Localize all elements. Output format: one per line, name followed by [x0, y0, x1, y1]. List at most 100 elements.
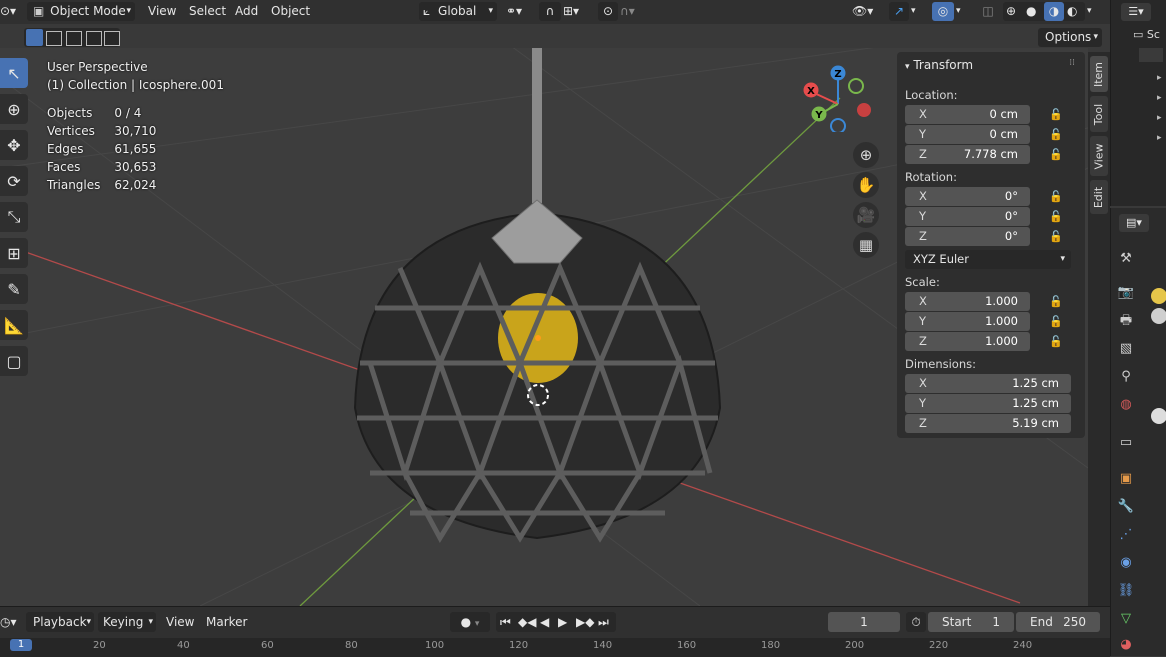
tab-edit[interactable]: Edit	[1090, 180, 1108, 214]
rotation-z-field[interactable]: Z 0°	[905, 227, 1030, 246]
lock-icon[interactable]: 🔓	[1049, 128, 1063, 141]
move-tool[interactable]: ✥	[0, 130, 28, 160]
rotation-mode-select[interactable]: XYZ Euler ▾	[905, 250, 1071, 269]
dimensions-y-field[interactable]: Y 1.25 cm	[905, 394, 1071, 413]
outliner-editor-type[interactable]: ☰▾	[1121, 3, 1151, 21]
location-x-field[interactable]: X 0 cm	[905, 105, 1030, 124]
constraints-icon[interactable]: ⛓	[1117, 582, 1135, 600]
zoom-icon[interactable]: ⊕	[853, 142, 879, 168]
marker-menu[interactable]: Marker	[206, 612, 247, 632]
select-new-icon[interactable]	[26, 29, 43, 46]
menu-object[interactable]: Object	[267, 2, 314, 21]
keying-menu[interactable]: Keying ▾	[98, 612, 156, 632]
play-icon[interactable]: ▶	[558, 612, 567, 632]
xray-toggle[interactable]: ◫	[978, 2, 998, 21]
options-button[interactable]: Options ▾	[1038, 28, 1102, 47]
rendered-shading-icon[interactable]: ◐	[1067, 2, 1077, 21]
select-intersect-icon[interactable]	[104, 31, 120, 46]
jump-keyframe-back-icon[interactable]: ◆◀	[518, 612, 536, 632]
lock-icon[interactable]: 🔓	[1049, 335, 1063, 348]
current-frame-field[interactable]: 1	[828, 612, 900, 632]
lock-icon[interactable]: 🔓	[1049, 108, 1063, 121]
select-invert-icon[interactable]	[86, 31, 102, 46]
select-box-tool[interactable]: ↖	[0, 58, 28, 88]
drag-handle-icon[interactable]: ⁞⁞	[1069, 58, 1075, 68]
frame-ruler[interactable]: 1 20 40 60 80 100 120 140 160 180 200 22…	[0, 638, 1110, 657]
menu-select[interactable]: Select	[185, 2, 230, 21]
pan-hand-icon[interactable]: ✋	[853, 172, 879, 198]
play-reverse-icon[interactable]: ◀	[540, 612, 549, 632]
modifier-wrench-icon[interactable]: 🔧	[1117, 498, 1135, 516]
start-frame-field[interactable]: Start 1	[928, 612, 1014, 632]
jump-start-icon[interactable]: ⏮	[500, 612, 511, 632]
location-z-field[interactable]: Z 7.778 cm	[905, 145, 1030, 164]
menu-view[interactable]: View	[144, 2, 180, 21]
transform-tool[interactable]: ⊞	[0, 238, 28, 268]
jump-end-icon[interactable]: ⏭	[598, 612, 609, 632]
transform-header[interactable]: ▾ Transform	[905, 58, 973, 72]
camera-view-icon[interactable]: 🎥	[853, 202, 879, 228]
scale-y-field[interactable]: Y 1.000	[905, 312, 1030, 331]
render-icon[interactable]: 📷	[1117, 284, 1135, 302]
add-cube-tool[interactable]: ▢	[0, 346, 28, 376]
tab-item[interactable]: Item	[1090, 56, 1108, 92]
end-frame-field[interactable]: End 250	[1016, 612, 1100, 632]
output-icon[interactable]: 🖶	[1117, 312, 1135, 330]
gizmo-dropdown[interactable]: ▾	[911, 2, 925, 21]
pivot-point-button[interactable]: ⚭▾	[506, 2, 534, 21]
annotate-tool[interactable]: ✎	[0, 274, 28, 304]
scale-z-field[interactable]: Z 1.000	[905, 332, 1030, 351]
menu-add[interactable]: Add	[231, 2, 262, 21]
mode-select[interactable]: ▣ Object Mode ▾	[27, 2, 135, 21]
particles-icon[interactable]: ⋰	[1117, 526, 1135, 544]
outliner-expand-arrows[interactable]: ▸ ▸ ▸ ▸	[1157, 68, 1162, 148]
select-extend-icon[interactable]	[46, 31, 62, 46]
outliner-scene-row[interactable]: ▭ Sc	[1133, 28, 1160, 41]
scene-icon[interactable]: ⚲	[1117, 368, 1135, 386]
orientation-select[interactable]: ⟀ Global ▾	[419, 2, 497, 21]
snap-toggle[interactable]: ∩	[539, 2, 561, 21]
auto-keying-toggle[interactable]: ● ▾	[450, 612, 490, 632]
visibility-button[interactable]: 👁▾	[852, 2, 882, 21]
playback-menu[interactable]: Playback ▾	[26, 612, 94, 632]
world-icon[interactable]: ◍	[1117, 396, 1135, 414]
physics-icon[interactable]: ◉	[1117, 554, 1135, 572]
navigation-gizmo[interactable]: Z X Y	[800, 62, 880, 132]
tab-view[interactable]: View	[1090, 136, 1108, 176]
dimensions-z-field[interactable]: Z 5.19 cm	[905, 414, 1071, 433]
overlays-toggle[interactable]: ◎	[932, 2, 954, 21]
overlays-dropdown[interactable]: ▾	[956, 2, 970, 21]
perspective-grid-icon[interactable]: ▦	[853, 232, 879, 258]
lock-icon[interactable]: 🔓	[1049, 210, 1063, 223]
location-y-field[interactable]: Y 0 cm	[905, 125, 1030, 144]
scale-x-field[interactable]: X 1.000	[905, 292, 1030, 311]
shading-dropdown[interactable]: ▾	[1087, 2, 1101, 21]
preview-range-toggle[interactable]: ⏱	[906, 612, 926, 632]
jump-keyframe-forward-icon[interactable]: ▶◆	[576, 612, 594, 632]
rotate-tool[interactable]: ⟳	[0, 166, 28, 196]
playhead-frame[interactable]: 1	[10, 639, 32, 651]
lock-icon[interactable]: 🔓	[1049, 230, 1063, 243]
collection-icon[interactable]: ▭	[1117, 434, 1135, 452]
scale-tool[interactable]: ⤡	[0, 202, 28, 232]
view-layer-icon[interactable]: ▧	[1117, 340, 1135, 358]
object-data-icon[interactable]: ▽	[1117, 610, 1135, 628]
timeline-editor-type[interactable]: ◷▾	[0, 612, 18, 632]
solid-shading-icon[interactable]: ●	[1026, 2, 1036, 21]
timeline-view-menu[interactable]: View	[166, 612, 194, 632]
gizmo-toggle[interactable]: ↗	[889, 2, 909, 21]
material-preview-icon[interactable]: ◑	[1044, 2, 1064, 21]
tab-tool[interactable]: Tool	[1090, 96, 1108, 132]
editor-type-button[interactable]: ⊙▾	[0, 2, 20, 21]
lock-icon[interactable]: 🔓	[1049, 315, 1063, 328]
rotation-x-field[interactable]: X 0°	[905, 187, 1030, 206]
lock-icon[interactable]: 🔓	[1049, 295, 1063, 308]
dimensions-x-field[interactable]: X 1.25 cm	[905, 374, 1071, 393]
tool-settings-icon[interactable]: ⚒	[1117, 250, 1135, 268]
properties-editor-type[interactable]: ▤▾	[1119, 214, 1149, 232]
cursor-tool[interactable]: ⊕	[0, 94, 28, 124]
outliner-collection-row[interactable]	[1139, 48, 1163, 62]
proportional-edit-toggle[interactable]: ⊙	[598, 2, 618, 21]
snap-target-button[interactable]: ⊞▾	[563, 2, 589, 21]
lock-icon[interactable]: 🔓	[1049, 148, 1063, 161]
